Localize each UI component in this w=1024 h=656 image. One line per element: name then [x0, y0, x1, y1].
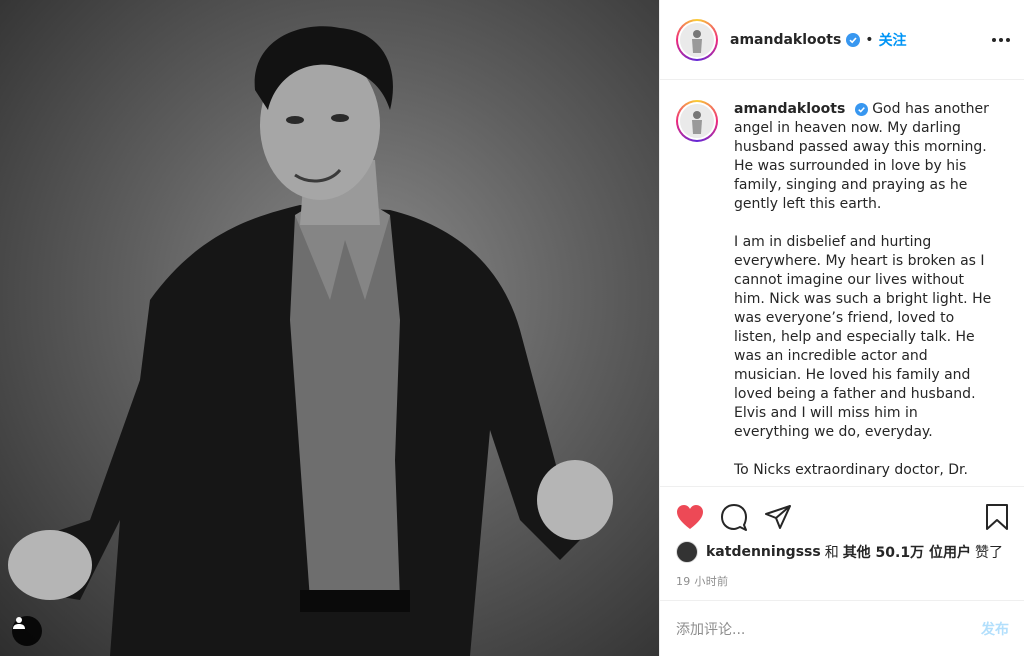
post-actions: katdenningsss 和 其他 50.1万 位用户 赞了 19 小时前	[660, 486, 1024, 598]
share-icon[interactable]	[764, 504, 792, 530]
comment-form: 添加评论... 发布	[660, 600, 1024, 656]
caption-paragraph: To Nicks extraordinary doctor, Dr.	[734, 462, 968, 478]
heart-icon[interactable]	[676, 504, 704, 530]
verified-badge-icon	[846, 32, 861, 47]
caption-text: amandakloots God has another angel in he…	[734, 100, 996, 486]
post-timestamp[interactable]: 19 小时前	[676, 573, 1009, 589]
post-side-panel: amandakloots • 关注 amandakloots God has a…	[659, 0, 1024, 656]
caption-paragraph: I am in disbelief and hurting everywhere…	[734, 234, 992, 440]
likes-and: 和	[824, 545, 839, 561]
likes-summary: katdenningsss 和 其他 50.1万 位用户 赞了	[676, 541, 1009, 563]
caption-avatar[interactable]	[676, 100, 718, 142]
post-photo[interactable]	[0, 0, 659, 656]
verified-badge-icon	[854, 102, 868, 116]
user-tag-button[interactable]	[12, 616, 42, 646]
follow-button[interactable]: 关注	[879, 30, 907, 50]
portrait-illustration	[8, 26, 613, 656]
caption-paragraph: God has another angel in heaven now. My …	[734, 101, 989, 212]
caption-section: amandakloots God has another angel in he…	[660, 80, 1024, 486]
caption-username[interactable]: amandakloots	[734, 101, 845, 117]
post-author-username[interactable]: amandakloots	[730, 32, 841, 48]
post-header: amandakloots • 关注	[660, 0, 1024, 80]
more-icon[interactable]	[992, 37, 1010, 42]
likes-count-link[interactable]: 其他 50.1万 位用户	[843, 542, 971, 562]
separator-dot: •	[865, 31, 874, 48]
avatar[interactable]	[676, 18, 718, 61]
liker-avatar[interactable]	[676, 541, 698, 563]
likes-liked: 赞了	[974, 545, 1003, 561]
bookmark-icon[interactable]	[985, 503, 1009, 531]
comment-icon[interactable]	[720, 503, 748, 531]
liker-username[interactable]: katdenningsss	[706, 544, 821, 560]
comment-input[interactable]: 添加评论...	[676, 619, 981, 639]
post-comment-button[interactable]: 发布	[981, 619, 1009, 639]
